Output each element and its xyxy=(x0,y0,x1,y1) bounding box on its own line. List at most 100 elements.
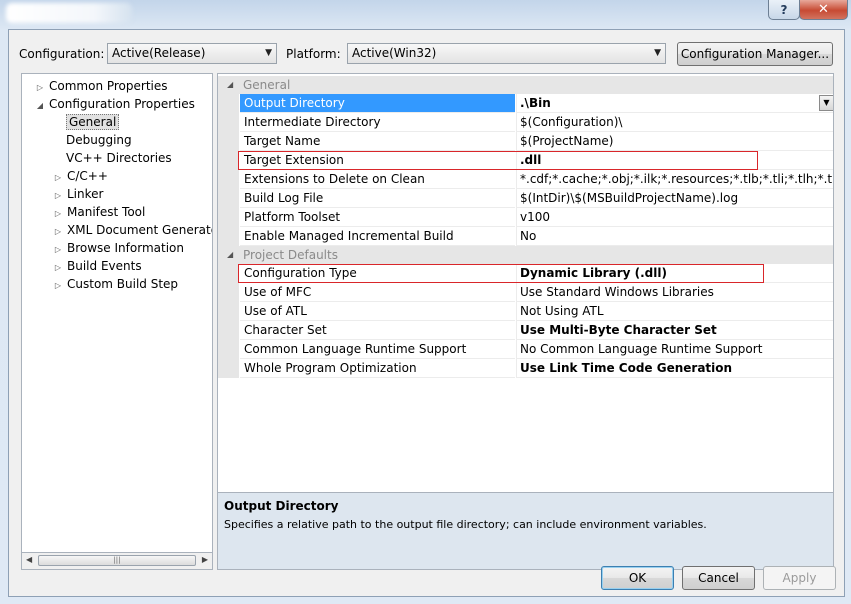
title-bar[interactable]: ? ✕ xyxy=(0,0,851,28)
property-value[interactable]: Use Link Time Code Generation xyxy=(516,359,833,378)
configuration-select-value: Active(Release) xyxy=(112,46,206,60)
property-row[interactable]: Target Name $(ProjectName) xyxy=(218,132,833,151)
property-row[interactable]: Extensions to Delete on Clean *.cdf;*.cac… xyxy=(218,170,833,189)
tree-item[interactable]: ▷ XML Document Generator xyxy=(52,222,213,240)
property-name[interactable]: Use of MFC xyxy=(240,283,515,302)
property-row[interactable]: Common Language Runtime Support No Common… xyxy=(218,340,833,359)
expand-arrow-icon[interactable]: ▷ xyxy=(52,259,64,276)
tree-item[interactable]: ▷ Build Events xyxy=(52,258,142,275)
grid-category-label: General xyxy=(243,78,291,92)
property-value[interactable]: .\Bin xyxy=(516,94,833,113)
property-value[interactable]: Not Using ATL xyxy=(516,302,833,321)
property-name[interactable]: Whole Program Optimization xyxy=(240,359,515,378)
row-gutter xyxy=(218,302,239,321)
ok-button[interactable]: OK xyxy=(601,566,674,590)
property-name[interactable]: Character Set xyxy=(240,321,515,340)
platform-select-value: Active(Win32) xyxy=(352,46,437,60)
property-name[interactable]: Platform Toolset xyxy=(240,208,515,227)
property-name[interactable]: Build Log File xyxy=(240,189,515,208)
tree-item[interactable]: ▷ Common Properties xyxy=(34,78,168,95)
red-highlight-box xyxy=(238,264,764,283)
property-value[interactable]: *.cdf;*.cache;*.obj;*.ilk;*.resources;*.… xyxy=(516,170,833,189)
property-row[interactable]: Enable Managed Incremental Build No xyxy=(218,227,833,246)
property-row[interactable]: Intermediate Directory $(Configuration)\ xyxy=(218,113,833,132)
tree-item-label: XML Document Generator xyxy=(67,223,213,237)
tree-item[interactable]: ▷ Manifest Tool xyxy=(52,204,145,221)
property-row[interactable]: Output Directory .\Bin ▼ xyxy=(218,94,833,113)
scroll-left-icon[interactable]: ◀ xyxy=(26,555,32,564)
tree-item[interactable]: ▷ Linker xyxy=(52,186,104,204)
dialog-client-area: Configuration: Active(Release) ▼ Platfor… xyxy=(8,29,845,597)
cancel-button[interactable]: Cancel xyxy=(682,566,755,590)
tree-item-label: Configuration Properties xyxy=(49,97,195,111)
tree-item-label: Build Events xyxy=(67,259,142,273)
property-name[interactable]: Common Language Runtime Support xyxy=(240,340,515,359)
expand-arrow-icon[interactable]: ▷ xyxy=(52,241,64,258)
configuration-manager-button[interactable]: Configuration Manager... xyxy=(677,42,833,66)
expand-arrow-icon[interactable]: ▷ xyxy=(52,277,64,294)
apply-button: Apply xyxy=(763,566,836,590)
grid-category[interactable]: ◢ General xyxy=(218,76,833,94)
property-name[interactable]: Extensions to Delete on Clean xyxy=(240,170,515,189)
expand-arrow-icon[interactable]: ◢ xyxy=(34,97,46,114)
property-row[interactable]: Use of ATL Not Using ATL xyxy=(218,302,833,321)
property-name[interactable]: Use of ATL xyxy=(240,302,515,321)
property-value[interactable]: No Common Language Runtime Support xyxy=(516,340,833,359)
tree-item-label: Debugging xyxy=(66,133,132,147)
tree-item[interactable]: Debugging xyxy=(66,132,132,149)
expand-arrow-icon[interactable]: ▷ xyxy=(52,169,64,186)
property-row[interactable]: Target Extension .dll xyxy=(218,151,833,170)
tree-item[interactable]: ▷ Browse Information xyxy=(52,240,184,257)
value-dropdown-button[interactable]: ▼ xyxy=(819,95,833,111)
property-value[interactable]: v100 xyxy=(516,208,833,227)
tree-item[interactable]: General xyxy=(66,114,120,131)
row-gutter xyxy=(218,170,239,189)
property-row[interactable]: Build Log File $(IntDir)\$(MSBuildProject… xyxy=(218,189,833,208)
expand-arrow-icon[interactable]: ▷ xyxy=(52,223,64,240)
property-tree[interactable]: ▷ Common Properties ◢ Configuration Propert… xyxy=(21,73,213,553)
tree-item[interactable]: ◢ Configuration Properties xyxy=(34,96,195,113)
property-value[interactable]: Use Standard Windows Libraries xyxy=(516,283,833,302)
property-name[interactable]: Output Directory xyxy=(240,94,515,113)
help-button[interactable]: ? xyxy=(768,0,800,20)
expand-arrow-icon[interactable]: ▷ xyxy=(52,205,64,222)
tree-item[interactable]: VC++ Directories xyxy=(66,150,172,167)
property-row[interactable]: Use of MFC Use Standard Windows Libraries xyxy=(218,283,833,302)
property-row[interactable]: Character Set Use Multi-Byte Character Se… xyxy=(218,321,833,340)
tree-horizontal-scrollbar[interactable]: ◀ ||| ▶ xyxy=(21,553,213,570)
window-title-blurred xyxy=(6,3,132,23)
property-name[interactable]: Intermediate Directory xyxy=(240,113,515,132)
expand-arrow-icon[interactable]: ▷ xyxy=(52,187,64,204)
platform-select[interactable]: Active(Win32) ▼ xyxy=(347,43,666,64)
tree-item-label: General xyxy=(66,114,120,130)
property-value[interactable]: $(ProjectName) xyxy=(516,132,833,151)
scroll-thumb[interactable]: ||| xyxy=(38,555,196,566)
row-gutter xyxy=(218,132,239,151)
description-panel: Output Directory Specifies a relative pa… xyxy=(217,492,834,570)
property-name[interactable]: Target Name xyxy=(240,132,515,151)
tree-item[interactable]: ▷ Custom Build Step xyxy=(52,276,178,293)
expand-arrow-icon[interactable]: ▷ xyxy=(34,79,46,96)
property-row[interactable]: Platform Toolset v100 xyxy=(218,208,833,227)
property-value[interactable]: $(IntDir)\$(MSBuildProjectName).log xyxy=(516,189,833,208)
tree-item-label: Browse Information xyxy=(67,241,184,255)
configuration-select[interactable]: Active(Release) ▼ xyxy=(107,43,277,64)
platform-label: Platform: xyxy=(286,47,341,61)
property-row[interactable]: Whole Program Optimization Use Link Time … xyxy=(218,359,833,378)
description-title: Output Directory xyxy=(224,499,339,513)
tree-item-label: Linker xyxy=(67,187,104,201)
property-value[interactable]: $(Configuration)\ xyxy=(516,113,833,132)
property-value[interactable]: Use Multi-Byte Character Set xyxy=(516,321,833,340)
property-value[interactable]: No xyxy=(516,227,833,246)
close-button[interactable]: ✕ xyxy=(799,0,848,20)
tree-item[interactable]: ▷ C/C++ xyxy=(52,168,108,185)
property-name[interactable]: Enable Managed Incremental Build xyxy=(240,227,515,246)
tree-item-label: Common Properties xyxy=(49,79,168,93)
description-text: Specifies a relative path to the output … xyxy=(224,518,707,531)
property-row[interactable]: Configuration Type Dynamic Library (.dll) xyxy=(218,264,833,283)
grid-category[interactable]: ◢ Project Defaults xyxy=(218,246,833,264)
scroll-right-icon[interactable]: ▶ xyxy=(202,555,208,564)
collapse-arrow-icon[interactable]: ◢ xyxy=(227,246,233,264)
row-gutter xyxy=(218,321,239,340)
collapse-arrow-icon[interactable]: ◢ xyxy=(227,76,233,94)
